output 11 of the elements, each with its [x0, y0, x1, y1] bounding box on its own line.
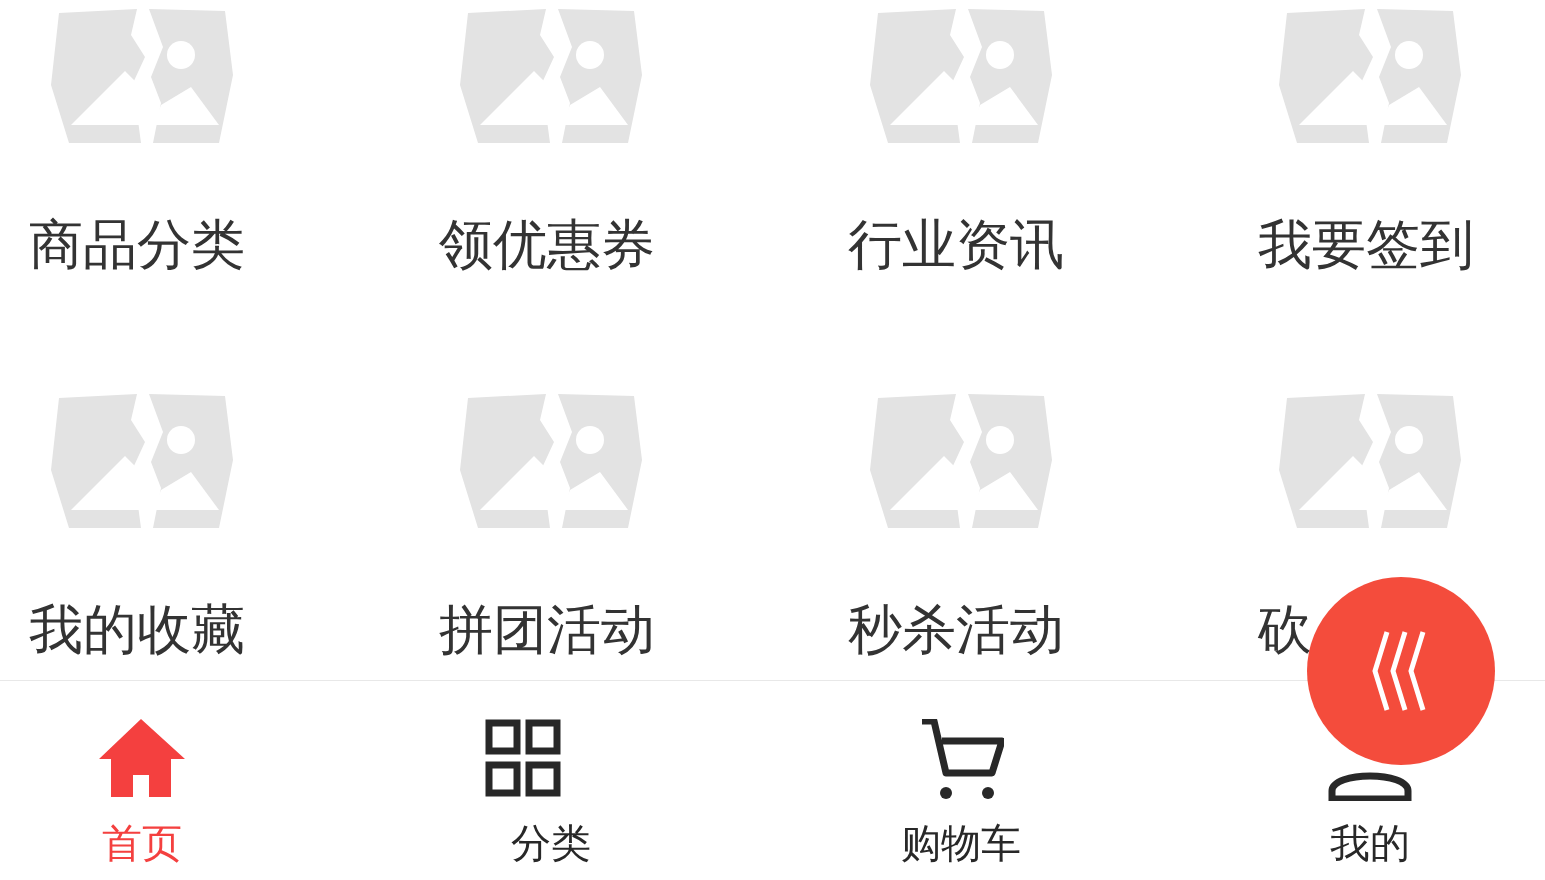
menu-label[interactable]: 行业资讯 [848, 215, 1064, 275]
menu-label[interactable]: 拼团活动 [438, 600, 655, 660]
tab-button[interactable]: 我的 [1165, 681, 1545, 880]
tab-button[interactable]: 购物车 [756, 681, 1166, 880]
tab-button[interactable]: 首页 [0, 681, 347, 880]
menu-label[interactable]: 我要签到 [1257, 215, 1474, 275]
menu-label[interactable]: 领优惠券 [438, 215, 655, 275]
menu-label[interactable]: 商品分类 [29, 215, 245, 275]
menu-label[interactable]: 我的收藏 [29, 600, 245, 660]
menu-label[interactable]: 秒杀活动 [848, 600, 1064, 660]
tab-button[interactable]: 分类 [346, 681, 756, 880]
